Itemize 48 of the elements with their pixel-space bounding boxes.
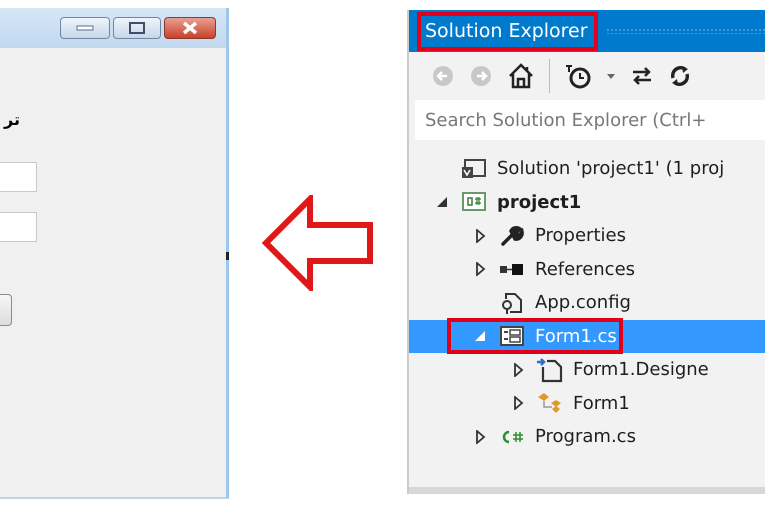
tree-item-label: Solution 'project1' (1 proj bbox=[496, 158, 724, 180]
search-field[interactable]: Search Solution Explorer (Ctrl+ bbox=[415, 100, 765, 140]
tree-item-label: project1 bbox=[496, 192, 582, 213]
dropdown-caret-icon[interactable] bbox=[606, 71, 616, 81]
designer-file-icon bbox=[536, 356, 564, 383]
tree-item[interactable]: References bbox=[409, 252, 765, 286]
history-icon[interactable] bbox=[564, 62, 592, 90]
text-field[interactable] bbox=[0, 212, 37, 242]
home-icon[interactable] bbox=[507, 62, 535, 90]
close-icon bbox=[181, 21, 199, 35]
wrench-icon bbox=[500, 224, 524, 247]
collapsed-icon[interactable] bbox=[474, 262, 486, 276]
tree-item-label: Form1 bbox=[572, 392, 630, 414]
config-file-icon bbox=[500, 290, 524, 315]
tree-item[interactable]: Properties bbox=[409, 219, 765, 252]
text-field[interactable] bbox=[0, 162, 37, 192]
form-label: تر bbox=[2, 110, 21, 130]
tree-item-label: Program.cs bbox=[534, 426, 636, 448]
tree-item-label: Form1.cs bbox=[534, 326, 617, 347]
solution-icon bbox=[461, 158, 487, 180]
tree-item[interactable]: Program.cs bbox=[409, 420, 765, 454]
collapsed-icon[interactable] bbox=[474, 228, 486, 243]
tree-item-label: App.config bbox=[534, 292, 631, 314]
close-button[interactable] bbox=[164, 17, 216, 39]
tree-item[interactable]: Form1.Designe bbox=[409, 353, 765, 386]
tree-item-label: Properties bbox=[534, 225, 626, 246]
tree-item[interactable]: App.config bbox=[409, 286, 765, 320]
form-icon bbox=[499, 325, 525, 348]
tree-item[interactable]: project1 bbox=[409, 186, 765, 219]
collapsed-icon[interactable] bbox=[512, 396, 524, 410]
tree-item-label: References bbox=[534, 258, 636, 280]
expanded-icon[interactable] bbox=[436, 196, 448, 208]
minimize-button[interactable] bbox=[60, 17, 110, 39]
maximize-icon bbox=[129, 22, 145, 34]
resize-mark bbox=[226, 252, 229, 260]
maximize-button[interactable] bbox=[113, 17, 161, 39]
tree-item[interactable]: Solution 'project1' (1 proj bbox=[409, 152, 765, 186]
minimize-icon bbox=[76, 24, 94, 32]
tree-item[interactable]: Form1 bbox=[409, 386, 765, 420]
csharp-project-icon bbox=[461, 191, 487, 214]
tree-item-label: Form1.Designe bbox=[572, 359, 709, 380]
references-icon bbox=[499, 262, 525, 276]
refresh-icon[interactable] bbox=[668, 64, 692, 88]
form-button[interactable] bbox=[0, 294, 12, 326]
left-arrow-icon bbox=[262, 195, 374, 291]
collapsed-icon[interactable] bbox=[474, 430, 486, 444]
panel-title: Solution Explorer bbox=[417, 12, 598, 50]
collapsed-icon[interactable] bbox=[512, 362, 524, 377]
